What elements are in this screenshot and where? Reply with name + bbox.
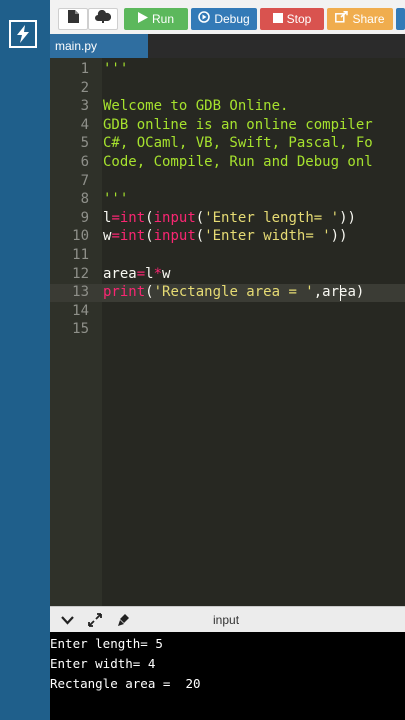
debug-button[interactable]: Debug (191, 8, 257, 30)
share-label: Share (352, 12, 385, 26)
token-var: w (162, 265, 171, 282)
code-line-5: C#, OCaml, VB, Swift, Pascal, Fo (103, 135, 373, 152)
new-file-button[interactable] (58, 8, 88, 30)
code-line-4: GDB online is an online compiler (103, 116, 373, 133)
code-line-10: w=int(input('Enter width= ')) (103, 227, 348, 246)
io-panel-title: input (213, 613, 240, 627)
token-operator: = (111, 228, 120, 245)
debug-label: Debug (214, 12, 250, 26)
line-number: 8 (80, 191, 89, 208)
line-number: 4 (80, 116, 89, 133)
token-operator: = (111, 209, 120, 226)
line-number: 9 (80, 209, 89, 226)
run-button[interactable]: Run (124, 8, 188, 30)
token-operator: * (153, 265, 163, 282)
line-number: 15 (72, 321, 89, 338)
token-paren: ( (195, 209, 205, 226)
line-number: 1 (80, 61, 89, 77)
code-line-13: print('Rectangle area = ',area) (103, 283, 364, 302)
toolbar: Run Debug Stop Share (50, 0, 405, 34)
token-builtin: input (153, 228, 196, 245)
expand-icon[interactable] (87, 613, 103, 627)
play-icon (137, 8, 148, 30)
left-sidebar (0, 0, 50, 720)
upload-button[interactable] (88, 8, 118, 30)
token-paren: ( (145, 228, 154, 245)
chevron-down-icon[interactable] (59, 613, 75, 627)
line-number: 2 (80, 79, 89, 96)
token-string: 'Rectangle area = ' (153, 284, 314, 301)
line-number: 12 (72, 265, 89, 282)
token-paren: )) (330, 228, 348, 245)
token-builtin: int (119, 209, 146, 226)
share-button[interactable]: Share (327, 8, 393, 30)
line-number: 11 (72, 247, 89, 263)
bolt-icon[interactable] (9, 20, 37, 48)
code-line-8: ''' (103, 191, 129, 208)
token-var: area (103, 265, 137, 282)
code-line-6: Code, Compile, Run and Debug onl (103, 154, 373, 170)
token-var: l (145, 265, 154, 282)
new-file-icon (67, 8, 79, 30)
line-number: 10 (72, 228, 89, 245)
token-paren: ( (195, 228, 205, 245)
tab-main-py[interactable]: main.py (50, 34, 148, 58)
line-number: 13 (72, 284, 89, 301)
token-paren: )) (339, 209, 356, 226)
io-panel-header: input (50, 606, 405, 632)
more-button[interactable] (396, 8, 405, 30)
code-line-3: Welcome to GDB Online. (103, 98, 289, 115)
stop-button[interactable]: Stop (260, 8, 324, 30)
text-cursor (340, 284, 341, 301)
file-tab-bar: main.py (50, 34, 405, 58)
console-output[interactable]: Enter length= 5 Enter width= 4 Rectangle… (50, 632, 405, 720)
console-line: Rectangle area = 20 (50, 676, 201, 691)
line-number: 6 (80, 154, 89, 170)
clear-icon[interactable] (116, 613, 132, 627)
upload-cloud-icon (95, 8, 112, 30)
line-number: 5 (80, 135, 89, 152)
token-builtin: int (119, 228, 146, 245)
stop-icon (272, 8, 283, 30)
token-string: 'Enter length= ' (204, 209, 340, 226)
token-paren: ( (145, 284, 154, 301)
console-line: Enter length= 5 (50, 636, 163, 651)
token-operator: = (136, 265, 146, 282)
share-icon (335, 8, 349, 30)
code-line-1: ''' (103, 61, 129, 77)
code-line-9: l=int(input('Enter length= ')) (103, 209, 356, 228)
code-line-12: area=l*w (103, 265, 170, 284)
token-builtin: input (153, 209, 196, 226)
token-paren: ( (145, 209, 154, 226)
token-string: 'Enter width= ' (204, 228, 331, 245)
token-builtin: print (103, 284, 146, 301)
stop-label: Stop (286, 12, 312, 26)
console-line: Enter width= 4 (50, 656, 156, 671)
line-number: 7 (80, 172, 89, 189)
run-label: Run (151, 12, 174, 26)
line-number: 14 (72, 302, 89, 319)
debug-icon (198, 8, 211, 30)
line-number: 3 (80, 98, 89, 115)
code-editor[interactable]: 1 2 3 4 5 6 7 8 9 10 11 12 13 14 15 ''' … (50, 58, 405, 606)
